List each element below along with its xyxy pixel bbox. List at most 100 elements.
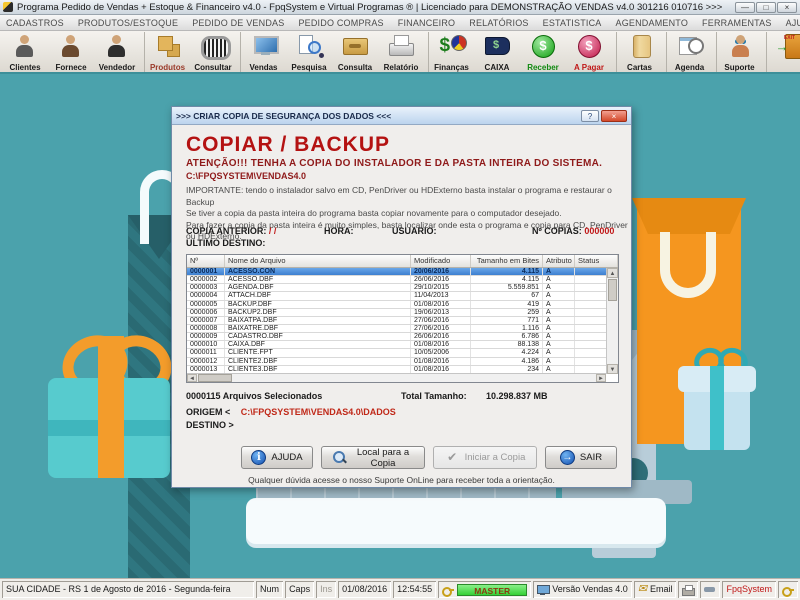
- table-row[interactable]: 0000011 CLIENTE.FPT 10/05/2006 4.224 A: [187, 349, 618, 357]
- total-size-label: Total Tamanho:: [401, 391, 467, 401]
- cell-filename: BAIXATRE.DBF: [225, 325, 411, 332]
- toolbar-receber[interactable]: Receber: [520, 32, 566, 72]
- cell-number: 0000009: [187, 333, 225, 340]
- table-row[interactable]: 0000009 CADASTRO.DBF 26/06/2016 6.786 A: [187, 333, 618, 341]
- table-row[interactable]: 0000012 CLIENTE2.DBF 01/08/2016 4.186 A: [187, 358, 618, 366]
- toolbar-cartas[interactable]: Cartas: [616, 32, 662, 72]
- keyboard: [246, 498, 666, 544]
- col-attribute[interactable]: Atributo: [543, 255, 575, 267]
- dialog-help-button[interactable]: ?: [581, 110, 599, 122]
- menu-produtos-estoque[interactable]: PRODUTOS/ESTOQUE: [78, 18, 178, 28]
- pesquisa-icon: [296, 33, 322, 59]
- toolbar-relatorio[interactable]: Relatório: [378, 32, 424, 72]
- vendedor-icon: [104, 33, 130, 59]
- caixa-icon: [484, 33, 510, 59]
- button-label: Local para a Copia: [352, 447, 414, 469]
- toolbar-financas[interactable]: Finanças: [428, 32, 474, 72]
- table-row[interactable]: 0000010 CAIXA.DBF 01/08/2016 88.138 A: [187, 341, 618, 349]
- maximize-button[interactable]: □: [756, 2, 776, 13]
- toolbar-clientes[interactable]: Clientes: [2, 32, 48, 72]
- menu-pedido-de-vendas[interactable]: PEDIDO DE VENDAS: [192, 18, 284, 28]
- scroll-up-icon[interactable]: ▲: [607, 268, 618, 278]
- table-row[interactable]: 0000007 BAIXATPA.DBF 27/06/2016 771 A: [187, 317, 618, 325]
- table-row[interactable]: 0000004 ATTACH.DBF 11/04/2013 67 A: [187, 292, 618, 300]
- toolbar-vendedor[interactable]: Vendedor: [94, 32, 140, 72]
- table-row[interactable]: 0000003 AGENDA.DBF 29/10/2015 5.559.851 …: [187, 284, 618, 292]
- toolbar-sair[interactable]: EXIT: [766, 32, 800, 72]
- table-row[interactable]: 0000005 BACKUP.DBF 01/08/2016 419 A: [187, 301, 618, 309]
- toolbar-caixa[interactable]: CAIXA: [474, 32, 520, 72]
- dialog-button-sair[interactable]: SAIR: [545, 446, 617, 469]
- scroll-right-icon[interactable]: ►: [596, 374, 606, 382]
- desktop-background: >>> CRIAR COPIA DE SEGURANÇA DOS DADOS <…: [0, 74, 800, 578]
- horizontal-scrollbar[interactable]: ◄ ►: [187, 373, 606, 382]
- toolbar-vendas[interactable]: Vendas: [240, 32, 286, 72]
- col-number[interactable]: Nº: [187, 255, 225, 267]
- menu-ferramentas[interactable]: FERRAMENTAS: [702, 18, 772, 28]
- apagar-icon: [576, 33, 602, 59]
- status-email[interactable]: Email: [634, 581, 677, 598]
- dialog-button-local-para-copia[interactable]: Local para a Copia: [321, 446, 425, 469]
- toolbar-agenda[interactable]: Agenda: [666, 32, 712, 72]
- toolbar-button-label: Finanças: [429, 63, 474, 72]
- vertical-scrollbar[interactable]: ▲ ▼: [606, 268, 618, 374]
- dialog-buttons: AJUDA Local para a Copia Iniciar a Copia…: [172, 446, 617, 469]
- scrollbar-thumb[interactable]: [608, 279, 617, 301]
- toolbar-consulta[interactable]: Consulta: [332, 32, 378, 72]
- toolbar-pesquisa[interactable]: Pesquisa: [286, 32, 332, 72]
- toolbar-button-label: Pesquisa: [286, 63, 332, 72]
- table-row[interactable]: 0000002 ACESSO.DBF 26/06/2016 4.115 A: [187, 276, 618, 284]
- cell-attribute: A: [543, 292, 575, 299]
- close-button[interactable]: ×: [777, 2, 797, 13]
- scroll-left-icon[interactable]: ◄: [187, 374, 197, 382]
- table-row[interactable]: 0000008 BAIXATRE.DBF 27/06/2016 1.116 A: [187, 325, 618, 333]
- menu-cadastros[interactable]: CADASTROS: [6, 18, 64, 28]
- status-network[interactable]: [700, 581, 720, 598]
- scroll-down-icon[interactable]: ▼: [607, 364, 618, 374]
- dialog-close-button[interactable]: ×: [601, 110, 627, 122]
- copies-count-field: Nº COPIAS: 000000: [532, 226, 614, 236]
- status-user-panel: MASTER: [438, 581, 531, 598]
- toolbar-suporte[interactable]: Suporte: [716, 32, 762, 72]
- col-status[interactable]: Status: [575, 255, 618, 267]
- menu-agendamento[interactable]: AGENDAMENTO: [616, 18, 689, 28]
- menu-estatistica[interactable]: ESTATISTICA: [543, 18, 602, 28]
- minimize-button[interactable]: —: [735, 2, 755, 13]
- cell-size: 4.186: [471, 358, 543, 365]
- copies-count-value: 000000: [584, 226, 614, 236]
- consulta-icon: [342, 33, 368, 59]
- toolbar-consultar[interactable]: Consultar: [190, 32, 236, 72]
- status-printer[interactable]: [678, 581, 698, 598]
- status-date: 01/08/2016: [338, 581, 391, 598]
- col-modified[interactable]: Modificado: [411, 255, 471, 267]
- col-size[interactable]: Tamanho em Bites: [471, 255, 543, 267]
- window-title: Programa Pedido de Vendas + Estoque & Fi…: [17, 2, 735, 13]
- menu-ajuda[interactable]: AJUDA: [786, 18, 800, 28]
- cell-attribute: A: [543, 341, 575, 348]
- status-caps-lock: Caps: [285, 581, 314, 598]
- col-filename[interactable]: Nome do Arquivo: [225, 255, 411, 267]
- menu-financeiro[interactable]: FINANCEIRO: [398, 18, 456, 28]
- menu-relatorios[interactable]: RELATÓRIOS: [469, 18, 528, 28]
- scrollbar-thumb[interactable]: [198, 374, 232, 382]
- toolbar-apagar[interactable]: A Pagar: [566, 32, 612, 72]
- menu-pedido-compras[interactable]: PEDIDO COMPRAS: [298, 18, 383, 28]
- toolbar-button-label: A Pagar: [566, 63, 612, 72]
- table-row[interactable]: 0000006 BACKUP2.DBF 19/06/2013 259 A: [187, 309, 618, 317]
- toolbar-button-label: CAIXA: [474, 63, 520, 72]
- file-table: Nº Nome do Arquivo Modificado Tamanho em…: [186, 254, 619, 383]
- menu-item-label: AGENDAMENTO: [616, 18, 689, 28]
- email-icon: [638, 582, 647, 597]
- status-insert: Ins: [316, 581, 336, 598]
- dialog-button-ajuda[interactable]: AJUDA: [241, 446, 313, 469]
- dialog-button-iniciar-copia[interactable]: Iniciar a Copia: [433, 446, 537, 469]
- toolbar-fornece[interactable]: Fornece: [48, 32, 94, 72]
- vendas-icon: [252, 33, 278, 59]
- table-row[interactable]: 0000001 ACESSO.CON 20/06/2016 4.115 A: [187, 268, 618, 276]
- last-destination-label: ULTIMO DESTINO:: [186, 238, 265, 248]
- cell-number: 0000013: [187, 366, 225, 373]
- status-location: SUA CIDADE - RS 1 de Agosto de 2016 - Se…: [2, 581, 254, 598]
- toolbar-produtos[interactable]: Produtos: [144, 32, 190, 72]
- previous-copy-value: / /: [269, 226, 277, 236]
- warning-text: ATENÇÃO!!! TENHA A COPIA DO INSTALADOR E…: [186, 158, 602, 169]
